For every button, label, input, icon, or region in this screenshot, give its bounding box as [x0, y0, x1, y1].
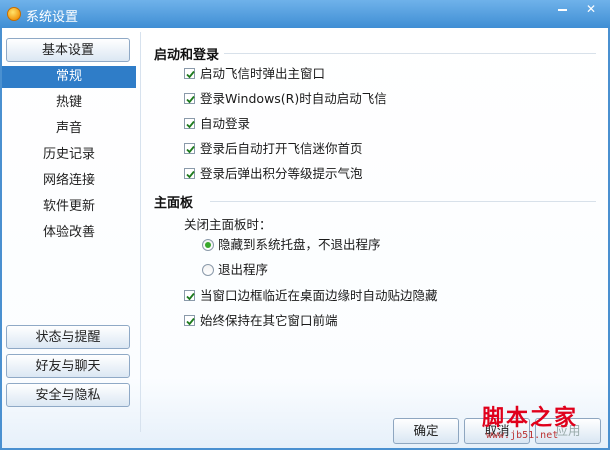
checkbox[interactable] [184, 168, 195, 179]
radio-selected-dot [205, 242, 211, 248]
sidebar-item-hotkeys[interactable]: 热键 [2, 92, 136, 114]
watermark-url: www.jb51.net [486, 430, 559, 441]
minimize-icon [557, 8, 567, 11]
sidebar-divider [140, 32, 141, 432]
sidebar-item-history[interactable]: 历史记录 [2, 144, 136, 166]
checkbox[interactable] [184, 118, 195, 129]
sidebar-item-experience[interactable]: 体验改善 [2, 222, 136, 244]
section-divider [210, 201, 596, 202]
close-panel-prompt: 关闭主面板时： [184, 217, 272, 232]
section-divider [224, 53, 596, 54]
ok-button[interactable]: 确定 [393, 418, 459, 444]
close-button[interactable]: ✕ [576, 0, 606, 20]
group-friends-chat[interactable]: 好友与聊天 [6, 354, 130, 378]
option-label: 当窗口边框临近在桌面边缘时自动贴边隐藏 [200, 288, 438, 303]
group-security-privacy[interactable]: 安全与隐私 [6, 383, 130, 407]
window-title: 系统设置 [26, 10, 79, 25]
minimize-button[interactable] [548, 0, 576, 20]
option-label: 隐藏到系统托盘，不退出程序 [218, 237, 381, 252]
option-label: 退出程序 [218, 262, 269, 277]
checkbox[interactable] [184, 93, 195, 104]
option-label: 登录后弹出积分等级提示气泡 [200, 166, 363, 181]
title-bar[interactable]: 系统设置 ✕ [0, 0, 610, 28]
site-watermark: 脚本之家 www.jb51.net [472, 400, 602, 446]
checkbox[interactable] [184, 143, 195, 154]
checkbox[interactable] [184, 68, 195, 79]
settings-window: 系统设置 ✕ 基本设置 常规 热键 声音 历史记录 网络连接 软件更新 体验改善… [0, 0, 610, 450]
sidebar-item-sound[interactable]: 声音 [2, 118, 136, 140]
option-label: 自动登录 [200, 116, 251, 131]
sidebar-item-network[interactable]: 网络连接 [2, 170, 136, 192]
checkbox[interactable] [184, 290, 195, 301]
watermark-text: 脚本之家 [482, 405, 579, 431]
sidebar-item-general[interactable]: 常规 [2, 66, 136, 88]
option-label: 登录Windows(R)时自动启动飞信 [200, 91, 387, 106]
group-status-alerts[interactable]: 状态与提醒 [6, 325, 130, 349]
group-basic-settings[interactable]: 基本设置 [6, 38, 130, 62]
option-label: 启动飞信时弹出主窗口 [200, 66, 326, 81]
option-label: 登录后自动打开飞信迷你首页 [200, 141, 363, 156]
fetion-logo-icon [7, 7, 21, 21]
close-icon: ✕ [585, 2, 597, 16]
section-title-startup: 启动和登录 [154, 48, 220, 63]
checkbox[interactable] [184, 315, 195, 326]
client-area: 基本设置 常规 热键 声音 历史记录 网络连接 软件更新 体验改善 状态与提醒 … [2, 28, 608, 448]
section-title-main-panel: 主面板 [154, 196, 194, 211]
radio-button[interactable] [202, 239, 214, 251]
sidebar-item-update[interactable]: 软件更新 [2, 196, 136, 218]
option-label: 始终保持在其它窗口前端 [200, 313, 338, 328]
radio-button[interactable] [202, 264, 214, 276]
sidebar: 基本设置 常规 热键 声音 历史记录 网络连接 软件更新 体验改善 状态与提醒 … [2, 28, 142, 448]
